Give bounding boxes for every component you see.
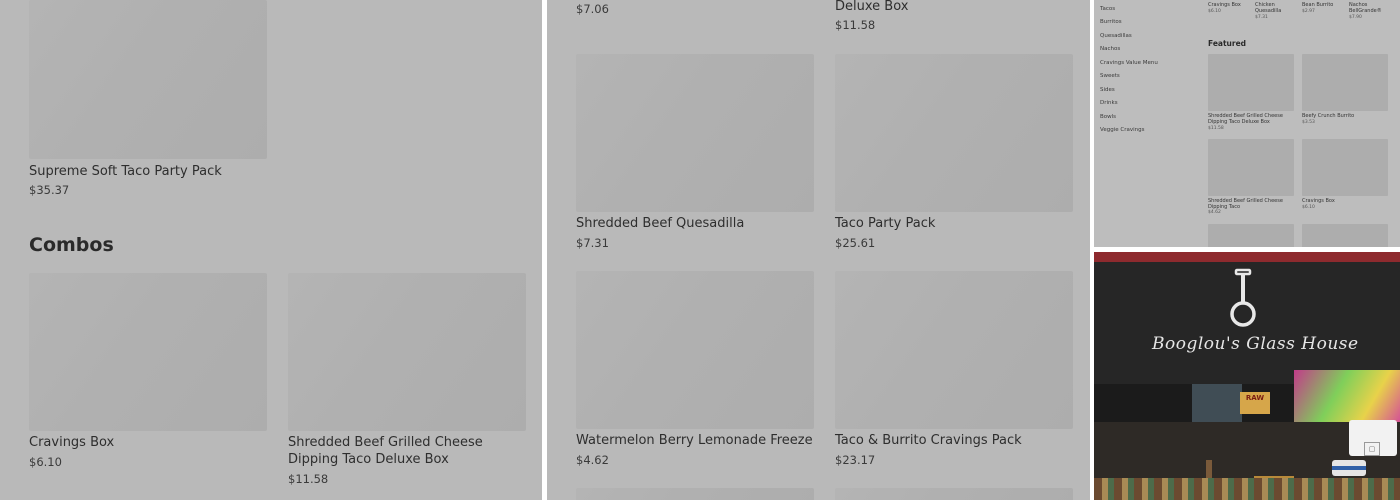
item-image-placeholder[interactable] <box>29 273 267 431</box>
item-price: $7.06 <box>576 2 609 16</box>
item-price: $6.10 <box>1208 9 1221 14</box>
flask-logo-icon <box>1230 268 1256 327</box>
category-link[interactable]: Drinks <box>1100 100 1118 106</box>
category-link[interactable]: Sides <box>1100 87 1115 93</box>
item-image-placeholder[interactable] <box>576 271 814 429</box>
item-name[interactable]: Beefy Crunch Burrito <box>1302 113 1354 119</box>
store-photo: Booglou's Glass House RAW ▢ <box>1094 252 1400 500</box>
item-price: $11.58 <box>288 472 329 486</box>
item-price: $35.37 <box>29 183 70 197</box>
category-link[interactable]: Bowls <box>1100 114 1116 120</box>
item-name[interactable]: Supreme Soft Taco Party Pack <box>29 163 222 180</box>
item-price: $2.97 <box>1302 9 1315 14</box>
item-name[interactable]: Shredded Beef Grilled Cheese Dipping Tac… <box>288 434 508 468</box>
item-price: $6.10 <box>1302 205 1315 210</box>
item-name[interactable]: Shredded Beef Quesadilla <box>576 215 744 232</box>
item-image-placeholder[interactable] <box>576 488 814 500</box>
item-price: $7.31 <box>1255 15 1268 20</box>
category-link[interactable]: Tacos <box>1100 6 1115 12</box>
category-link[interactable]: Burritos <box>1100 19 1122 25</box>
item-name[interactable]: Deluxe Box <box>835 0 908 15</box>
category-link[interactable]: Sweets <box>1100 73 1120 79</box>
item-image-placeholder[interactable] <box>29 0 267 159</box>
item-name[interactable]: Nachos BellGrande® <box>1349 2 1389 14</box>
toy-bus-stripe <box>1332 466 1366 470</box>
item-name[interactable]: Bean Burrito <box>1302 2 1333 8</box>
item-image-placeholder[interactable] <box>835 54 1073 212</box>
item-name[interactable]: Taco & Burrito Cravings Pack <box>835 432 1022 449</box>
item-price: $7.31 <box>576 236 609 250</box>
item-image-placeholder[interactable] <box>1208 139 1294 196</box>
item-name[interactable]: Chicken Quesadilla <box>1255 2 1293 14</box>
item-price: $3.53 <box>1302 120 1315 125</box>
item-name[interactable]: Cravings Box <box>29 434 114 451</box>
item-price: $23.17 <box>835 453 876 467</box>
square-icon: ▢ <box>1364 442 1380 456</box>
item-image-placeholder[interactable] <box>1302 139 1388 196</box>
item-price: $11.58 <box>1208 126 1224 131</box>
category-link[interactable]: Cravings Value Menu <box>1100 60 1158 66</box>
item-price: $11.58 <box>835 18 876 32</box>
section-title-featured: Featured <box>1208 39 1247 48</box>
item-image-placeholder[interactable] <box>1302 224 1388 247</box>
item-price: $4.62 <box>1208 210 1221 215</box>
item-name[interactable]: Cravings Box <box>1302 198 1335 204</box>
category-link[interactable]: Nachos <box>1100 46 1120 52</box>
patterned-rug <box>1094 478 1400 500</box>
category-link[interactable]: Quesadillas <box>1100 33 1132 39</box>
menu-panel-left: Supreme Soft Taco Party Pack $35.37 Comb… <box>0 0 542 500</box>
item-name[interactable]: Shredded Beef Grilled Cheese Dipping Tac… <box>1208 113 1294 125</box>
section-title-combos: Combos <box>29 234 114 256</box>
item-image-placeholder[interactable] <box>288 273 526 431</box>
item-image-placeholder[interactable] <box>1208 54 1294 111</box>
menu-panel-small: Cravings Box $6.10 Chicken Quesadilla $7… <box>1094 0 1400 247</box>
item-price: $7.90 <box>1349 15 1362 20</box>
graffiti-art <box>1294 370 1400 426</box>
item-price: $4.62 <box>576 453 609 467</box>
item-price: $6.10 <box>29 455 62 469</box>
banner-script-text: Booglou's Glass House <box>1152 334 1359 354</box>
item-image-placeholder[interactable] <box>835 488 1073 500</box>
item-name[interactable]: Shredded Beef Grilled Cheese Dipping Tac… <box>1208 198 1294 210</box>
item-image-placeholder[interactable] <box>1208 224 1294 247</box>
item-price: $25.61 <box>835 236 876 250</box>
category-link[interactable]: Veggie Cravings <box>1100 127 1144 133</box>
item-name[interactable]: Cravings Box <box>1208 2 1241 8</box>
item-name[interactable]: Watermelon Berry Lemonade Freeze <box>576 432 813 449</box>
item-name[interactable]: Taco Party Pack <box>835 215 935 232</box>
item-image-placeholder[interactable] <box>576 54 814 212</box>
raw-box: RAW <box>1240 392 1270 414</box>
item-image-placeholder[interactable] <box>1302 54 1388 111</box>
menu-panel-middle: $7.06 Deluxe Box $11.58 Shredded Beef Qu… <box>547 0 1090 500</box>
mirror <box>1192 384 1242 422</box>
item-image-placeholder[interactable] <box>835 271 1073 429</box>
